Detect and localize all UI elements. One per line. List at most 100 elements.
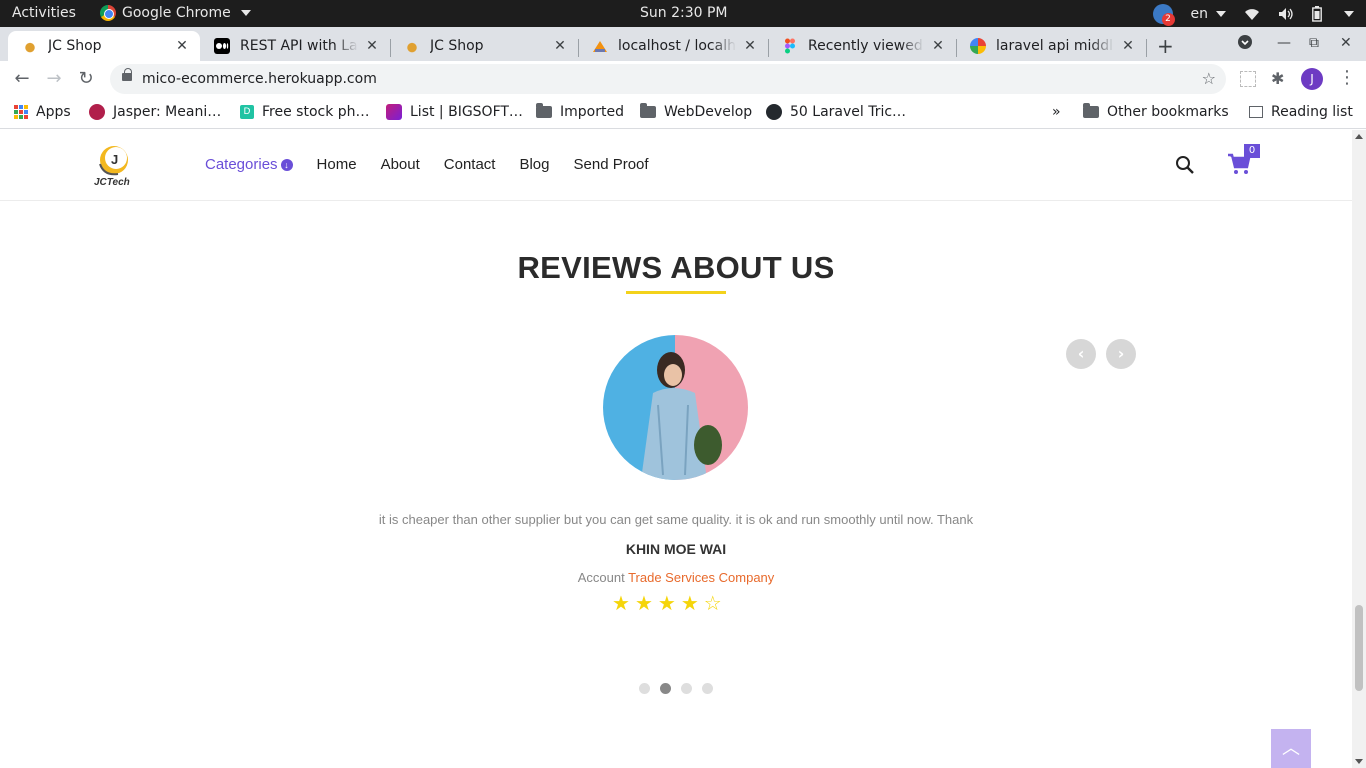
browser-toolbar: ← → ↻ mico-ecommerce.herokuapp.com ☆ ✱ ⋮: [0, 61, 1366, 97]
lock-icon[interactable]: [122, 68, 132, 81]
extensions-puzzle-icon[interactable]: ✱: [1271, 69, 1284, 88]
back-icon[interactable]: ←: [11, 68, 33, 90]
app-menu[interactable]: Google Chrome: [100, 5, 251, 21]
forward-icon[interactable]: →: [43, 68, 65, 90]
system-menu-caret-icon[interactable]: [1344, 10, 1354, 17]
web-page: J JCTech Categories ↓ Home About Contact …: [0, 130, 1352, 768]
star-empty-icon: ☆: [703, 591, 722, 615]
bookmark-star-icon[interactable]: ☆: [1202, 69, 1216, 88]
close-tab-icon[interactable]: ✕: [742, 38, 758, 54]
tab-jc-shop-active[interactable]: JC Shop ✕: [8, 31, 200, 61]
slider-dot[interactable]: [681, 683, 692, 694]
tab-figma[interactable]: Recently viewed – Figma ✕: [768, 31, 956, 61]
scroll-up-arrow-icon[interactable]: [1355, 134, 1363, 139]
star-filled-icon: ★: [680, 591, 699, 615]
volume-icon: [1279, 7, 1293, 20]
bookmark-folder-webdevelop[interactable]: WebDevelop: [640, 103, 752, 120]
minimize-icon[interactable]: —: [1277, 35, 1291, 51]
bookmark-folder-imported[interactable]: Imported: [536, 103, 624, 120]
github-icon: [766, 104, 782, 120]
notification-icon[interactable]: 2: [1152, 3, 1175, 26]
close-tab-icon[interactable]: ✕: [174, 38, 190, 54]
tab-title: JC Shop: [48, 38, 102, 54]
figma-favicon: [782, 38, 798, 54]
reviewer-name: KHIN MOE WAI: [625, 541, 727, 557]
search-icon[interactable]: [1175, 155, 1195, 175]
caret-down-icon: [1216, 10, 1226, 17]
tab-search-icon[interactable]: [1238, 35, 1252, 53]
bookmark-label: Reading list: [1271, 104, 1353, 120]
bookmark-apps[interactable]: Apps: [14, 104, 71, 120]
address-bar[interactable]: mico-ecommerce.herokuapp.com ☆: [110, 64, 1226, 94]
extension-icon[interactable]: [1240, 71, 1256, 87]
url-text[interactable]: mico-ecommerce.herokuapp.com: [142, 71, 377, 87]
reading-list-button[interactable]: Reading list: [1249, 104, 1353, 120]
jasper-icon: [89, 104, 105, 120]
close-tab-icon[interactable]: ✕: [552, 38, 568, 54]
tab-phpmyadmin[interactable]: localhost / localhost ✕: [578, 31, 768, 61]
tab-jc-shop[interactable]: JC Shop ✕: [390, 31, 578, 61]
chrome-menu-icon[interactable]: ⋮: [1338, 67, 1356, 88]
tab-title: localhost / localhost: [618, 38, 736, 54]
tab-separator: [1146, 39, 1147, 57]
scroll-thumb[interactable]: [1355, 605, 1363, 691]
section-title: REVIEWS ABOUT US: [517, 250, 835, 285]
reviewer-photo: [603, 335, 748, 480]
notification-count: 2: [1161, 12, 1175, 26]
star-filled-icon: ★: [634, 591, 653, 615]
logo-text: JCTech: [94, 177, 130, 188]
profile-avatar[interactable]: J: [1301, 68, 1323, 90]
bookmark-label: Apps: [36, 104, 71, 120]
close-tab-icon[interactable]: ✕: [1120, 38, 1136, 54]
close-window-icon[interactable]: ✕: [1340, 35, 1352, 51]
bookmark-bigsoft[interactable]: List | BIGSOFT…: [386, 104, 523, 120]
bookmark-jasper[interactable]: Jasper: Meani…: [89, 104, 221, 120]
bookmarks-bar: Apps Jasper: Meani… D Free stock ph… Lis…: [0, 97, 1366, 129]
slider-dots: [639, 683, 713, 694]
slider-dot[interactable]: [660, 683, 671, 694]
star-rating: ★ ★ ★ ★ ☆: [612, 591, 722, 615]
jc-shop-favicon: [404, 38, 420, 54]
page-scrollbar[interactable]: [1352, 130, 1366, 768]
bookmark-free-stock[interactable]: D Free stock ph…: [240, 104, 370, 120]
close-tab-icon[interactable]: ✕: [364, 38, 380, 54]
scroll-down-arrow-icon[interactable]: [1355, 759, 1363, 764]
folder-icon: [640, 103, 656, 118]
tab-rest-api[interactable]: REST API with Laravel ✕: [200, 31, 390, 61]
review-quote: it is cheaper than other supplier but yo…: [378, 512, 974, 527]
system-top-bar: Activities Google Chrome Sun 2:30 PM 2 e…: [0, 0, 1366, 27]
language-selector[interactable]: en: [1191, 6, 1226, 22]
tab-title: REST API with Laravel: [240, 38, 358, 54]
reviewer-role: Account Trade Services Company: [0, 570, 1352, 585]
slider-dot[interactable]: [702, 683, 713, 694]
close-tab-icon[interactable]: ✕: [930, 38, 946, 54]
bookmark-label: Free stock ph…: [262, 104, 370, 120]
reviewer-company: Trade Services Company: [628, 570, 775, 585]
reload-icon[interactable]: ↻: [75, 68, 97, 90]
nav-send-proof[interactable]: Send Proof: [574, 156, 649, 173]
scroll-to-top-button[interactable]: ︿: [1271, 729, 1311, 768]
nav-contact[interactable]: Contact: [444, 156, 496, 173]
slider-dot[interactable]: [639, 683, 650, 694]
apps-grid-icon: [14, 105, 28, 119]
system-tray[interactable]: 2 en: [1152, 3, 1354, 26]
slider-prev-button[interactable]: ‹: [1066, 339, 1096, 369]
bookmark-laravel-tricks[interactable]: 50 Laravel Tric…: [766, 104, 906, 120]
new-tab-button[interactable]: +: [1157, 34, 1174, 58]
nav-categories[interactable]: Categories ↓: [205, 156, 293, 173]
battery-icon: [1312, 5, 1322, 22]
tab-title: JC Shop: [430, 38, 484, 54]
nav-about[interactable]: About: [381, 156, 420, 173]
bookmarks-overflow-button[interactable]: »: [1052, 104, 1061, 120]
main-nav: Categories ↓ Home About Contact Blog Send…: [205, 156, 673, 173]
activities-button[interactable]: Activities: [12, 5, 76, 21]
bookmark-other[interactable]: Other bookmarks: [1083, 103, 1229, 120]
nav-blog[interactable]: Blog: [519, 156, 549, 173]
restore-icon[interactable]: ⧉: [1309, 35, 1319, 51]
clock[interactable]: Sun 2:30 PM: [640, 5, 728, 21]
tab-google-search[interactable]: laravel api middleware ✕: [956, 31, 1146, 61]
tab-title: laravel api middleware: [996, 38, 1114, 54]
nav-home[interactable]: Home: [317, 156, 357, 173]
bookmark-label: Jasper: Meani…: [113, 104, 222, 120]
slider-next-button[interactable]: ›: [1106, 339, 1136, 369]
